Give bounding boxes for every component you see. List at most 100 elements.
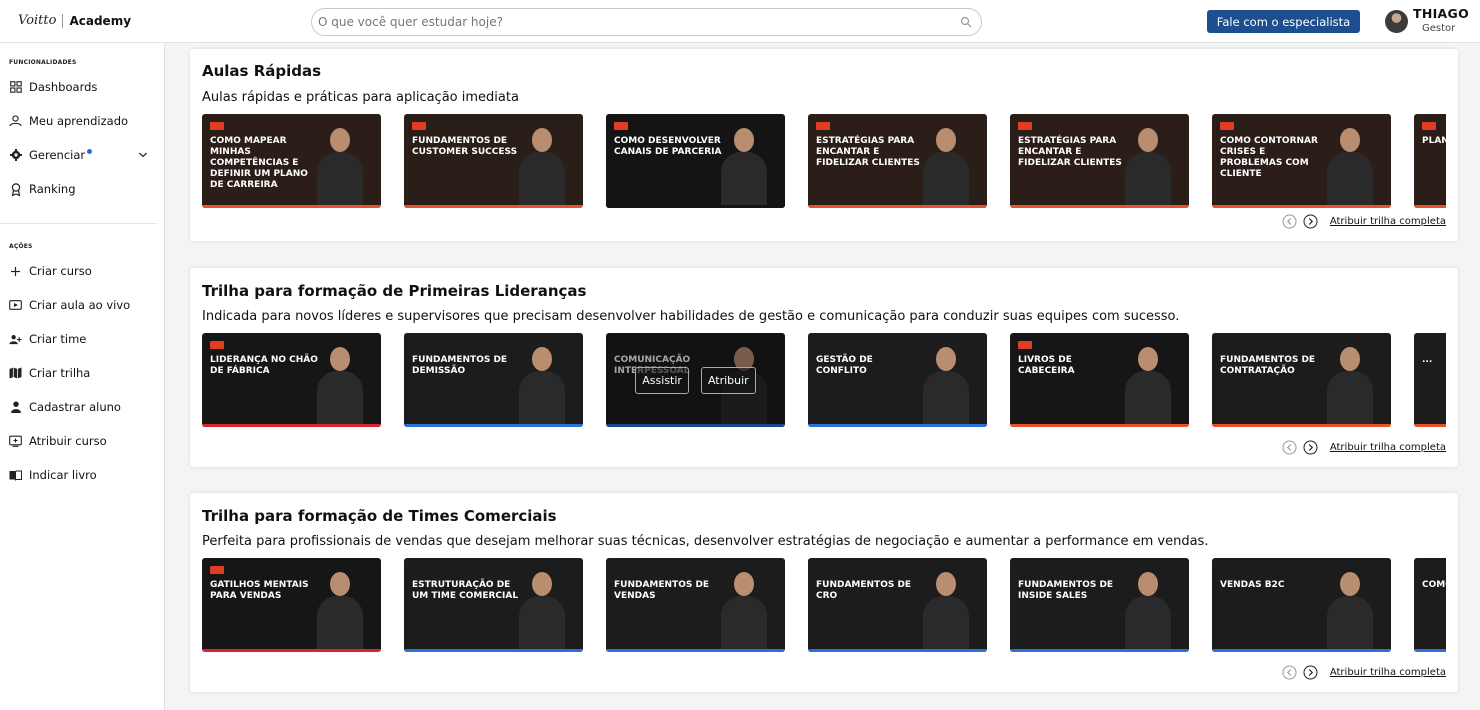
instructor-photo	[519, 572, 565, 652]
course-card[interactable]: Como mapear minhas competências e defini…	[202, 114, 381, 208]
live-class-icon	[9, 299, 22, 312]
arrow-right-icon[interactable]	[1303, 665, 1318, 680]
course-card-title: Estruturação de um time comercial	[412, 580, 519, 601]
sidebar-item-manage[interactable]: Gerenciar	[9, 144, 154, 166]
map-icon	[9, 367, 22, 380]
sidebar-item-assign-course[interactable]: Atribuir curso	[9, 430, 154, 452]
talk-to-specialist-button[interactable]: Fale com o especialista	[1207, 10, 1360, 33]
watch-button[interactable]: Assistir	[635, 366, 689, 394]
search-icon[interactable]	[960, 16, 972, 28]
instructor-photo	[317, 347, 363, 427]
course-card[interactable]: Fundamentos de inside sales	[1010, 558, 1189, 652]
chevron-down-icon[interactable]	[138, 150, 148, 160]
card-accent-bar	[1414, 424, 1446, 427]
course-card[interactable]: Plano de...	[1414, 114, 1446, 208]
course-card[interactable]: Como contornar crises e problemas com cl…	[1212, 114, 1391, 208]
course-card-title: Fundamentos de CRO	[816, 580, 912, 601]
sidebar-item-label: Dashboards	[29, 80, 98, 94]
arrow-right-icon[interactable]	[1303, 214, 1318, 229]
course-card[interactable]: Fundamentos de customer success	[404, 114, 583, 208]
assign-full-track-link[interactable]: Atribuir trilha completa	[1330, 667, 1446, 678]
assign-icon	[9, 435, 22, 448]
logo-product: Academy	[69, 13, 132, 28]
sidebar-divider	[0, 223, 157, 224]
section-description: Perfeita para profissionais de vendas qu…	[202, 534, 1209, 549]
course-card[interactable]: Fundamentos de demissão	[404, 333, 583, 427]
course-card[interactable]: Estruturação de um time comercial	[404, 558, 583, 652]
card-accent-bar	[404, 424, 583, 427]
course-card[interactable]: Estratégias para encantar e fidelizar cl…	[808, 114, 987, 208]
sidebar-item-ranking[interactable]: Ranking	[9, 178, 154, 200]
voitto-badge	[1220, 122, 1234, 130]
course-card-title: Como mapear minhas competências e defini…	[210, 136, 308, 190]
card-accent-bar	[606, 205, 785, 208]
sidebar-item-create-course[interactable]: Criar curso	[9, 260, 154, 282]
instructor-photo	[317, 572, 363, 652]
sidebar-item-recommend-book[interactable]: Indicar livro	[9, 464, 154, 486]
search-box	[311, 8, 982, 36]
course-card[interactable]: Fundamentos de CRO	[808, 558, 987, 652]
course-card[interactable]: Gatilhos Mentais para Vendas	[202, 558, 381, 652]
arrow-left-icon[interactable]	[1282, 214, 1297, 229]
arrow-right-icon[interactable]	[1303, 440, 1318, 455]
voitto-badge	[1018, 341, 1032, 349]
carousel-controls: Atribuir trilha completa	[1282, 440, 1446, 455]
section-first-leadership-track: Trilha para formação de Primeiras Lidera…	[190, 268, 1458, 467]
sidebar-item-label: Criar aula ao vivo	[29, 298, 131, 312]
course-card-title: Vendas B2C	[1220, 580, 1285, 590]
sidebar-item-label: Meu aprendizado	[29, 114, 129, 128]
voitto-badge	[1018, 122, 1032, 130]
course-card[interactable]: Como Desenvolver Canais de Parceria	[606, 114, 785, 208]
logo[interactable]: Voitto Academy	[18, 13, 131, 28]
carousel-controls: Atribuir trilha completa	[1282, 665, 1446, 680]
section-quick-lessons: Aulas Rápidas Aulas rápidas e práticas p…	[190, 49, 1458, 241]
card-accent-bar	[1010, 424, 1189, 427]
course-card[interactable]: Liderança no Chão de Fábrica	[202, 333, 381, 427]
sidebar-item-create-track[interactable]: Criar trilha	[9, 362, 154, 384]
top-bar: Voitto Academy Fale com o especialista T…	[0, 0, 1480, 43]
card-accent-bar	[404, 649, 583, 652]
logo-brand: Voitto	[18, 13, 57, 28]
arrow-left-icon[interactable]	[1282, 665, 1297, 680]
gear-icon	[9, 149, 22, 162]
course-card-title: Livros de cabeceira	[1018, 355, 1075, 376]
search-input[interactable]	[318, 13, 948, 31]
assign-full-track-link[interactable]: Atribuir trilha completa	[1330, 442, 1446, 453]
course-card[interactable]: Gestão de conflito	[808, 333, 987, 427]
voitto-badge	[210, 341, 224, 349]
section-description: Indicada para novos líderes e supervisor…	[202, 309, 1180, 324]
sidebar-section-actions: AÇÕES	[9, 243, 33, 250]
course-card-title: Gestão de conflito	[816, 355, 873, 376]
course-card[interactable]: Fundamentos de contratação	[1212, 333, 1391, 427]
instructor-photo	[1125, 347, 1171, 427]
course-card-title: Fundamentos de vendas	[614, 580, 710, 601]
instructor-photo	[317, 128, 363, 208]
instructor-photo	[1327, 572, 1373, 652]
course-card-title: Fundamentos de demissão	[412, 355, 508, 376]
section-title: Trilha para formação de Primeiras Lidera…	[202, 282, 587, 300]
course-card[interactable]: Vendas B2C	[1212, 558, 1391, 652]
sidebar-item-create-live-class[interactable]: Criar aula ao vivo	[9, 294, 154, 316]
card-accent-bar	[1414, 205, 1446, 208]
card-accent-bar	[606, 649, 785, 652]
course-card[interactable]: Fundamentos de vendas	[606, 558, 785, 652]
course-card[interactable]: Livros de cabeceira	[1010, 333, 1189, 427]
course-card[interactable]: Estratégias para encantar e fidelizar cl…	[1010, 114, 1189, 208]
arrow-left-icon[interactable]	[1282, 440, 1297, 455]
logo-divider	[62, 13, 64, 28]
course-card[interactable]: Como...	[1414, 558, 1446, 652]
voitto-badge	[412, 122, 426, 130]
course-card[interactable]: ...	[1414, 333, 1446, 427]
user-name[interactable]: THIAGO	[1413, 6, 1469, 21]
sidebar-item-my-learning[interactable]: Meu aprendizado	[9, 110, 154, 132]
sidebar-item-dashboards[interactable]: Dashboards	[9, 76, 154, 98]
course-card-hovered[interactable]: Comunicação interpessoal Assistir Atribu…	[606, 333, 785, 427]
assign-button[interactable]: Atribuir	[700, 366, 756, 394]
course-carousel: Como mapear minhas competências e defini…	[202, 114, 1446, 208]
avatar[interactable]	[1385, 10, 1408, 33]
voitto-badge	[210, 122, 224, 130]
sidebar-item-register-student[interactable]: Cadastrar aluno	[9, 396, 154, 418]
assign-full-track-link[interactable]: Atribuir trilha completa	[1330, 216, 1446, 227]
instructor-photo	[923, 347, 969, 427]
sidebar-item-create-team[interactable]: Criar time	[9, 328, 154, 350]
